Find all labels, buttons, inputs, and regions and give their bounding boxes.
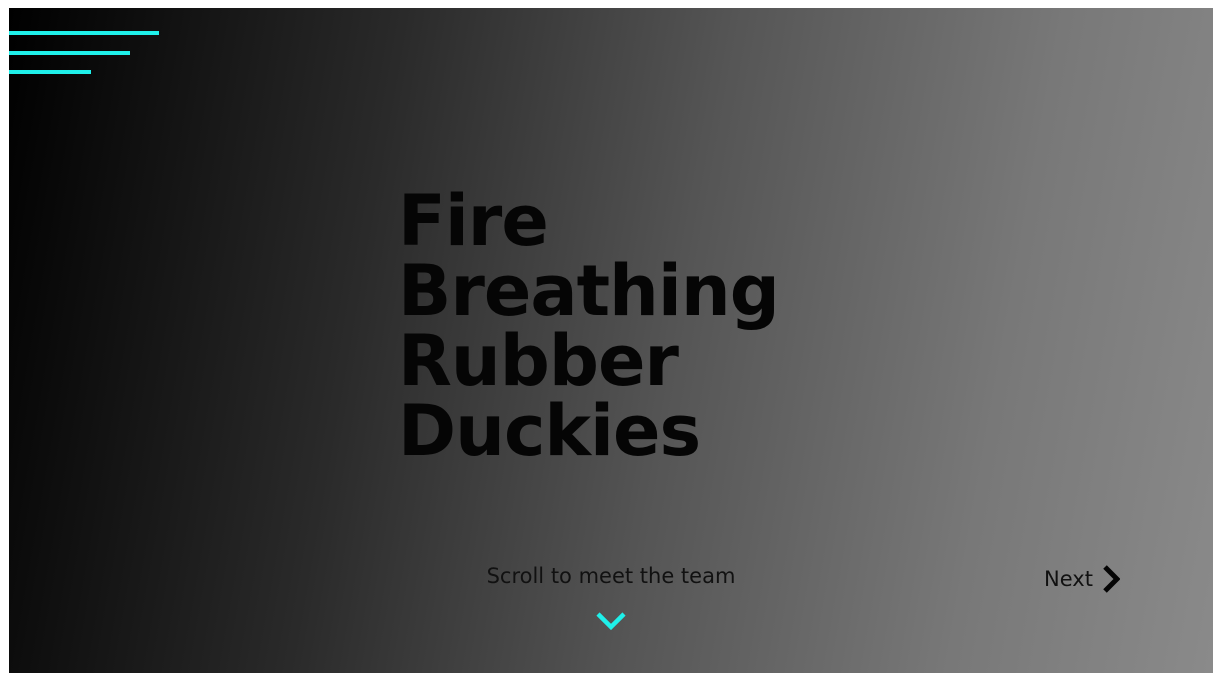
next-button[interactable]: Next xyxy=(1044,564,1120,594)
menu-button[interactable] xyxy=(9,31,161,77)
chevron-down-icon xyxy=(596,612,626,631)
title-line: Fire xyxy=(398,180,549,262)
hero-section: Fire Breathing Rubber Duckies Scroll to … xyxy=(9,8,1213,673)
title-line: Rubber xyxy=(398,320,679,402)
scroll-hint: Scroll to meet the team xyxy=(486,564,736,588)
menu-line-top xyxy=(9,31,159,35)
title-line: Breathing xyxy=(398,250,780,332)
menu-line-middle xyxy=(9,51,130,55)
chevron-right-icon xyxy=(1103,565,1120,593)
title-line: Duckies xyxy=(398,390,701,472)
page-title: Fire Breathing Rubber Duckies xyxy=(398,180,780,472)
menu-line-bottom xyxy=(9,70,91,74)
next-label: Next xyxy=(1044,567,1093,591)
scroll-down-button[interactable] xyxy=(596,611,626,631)
